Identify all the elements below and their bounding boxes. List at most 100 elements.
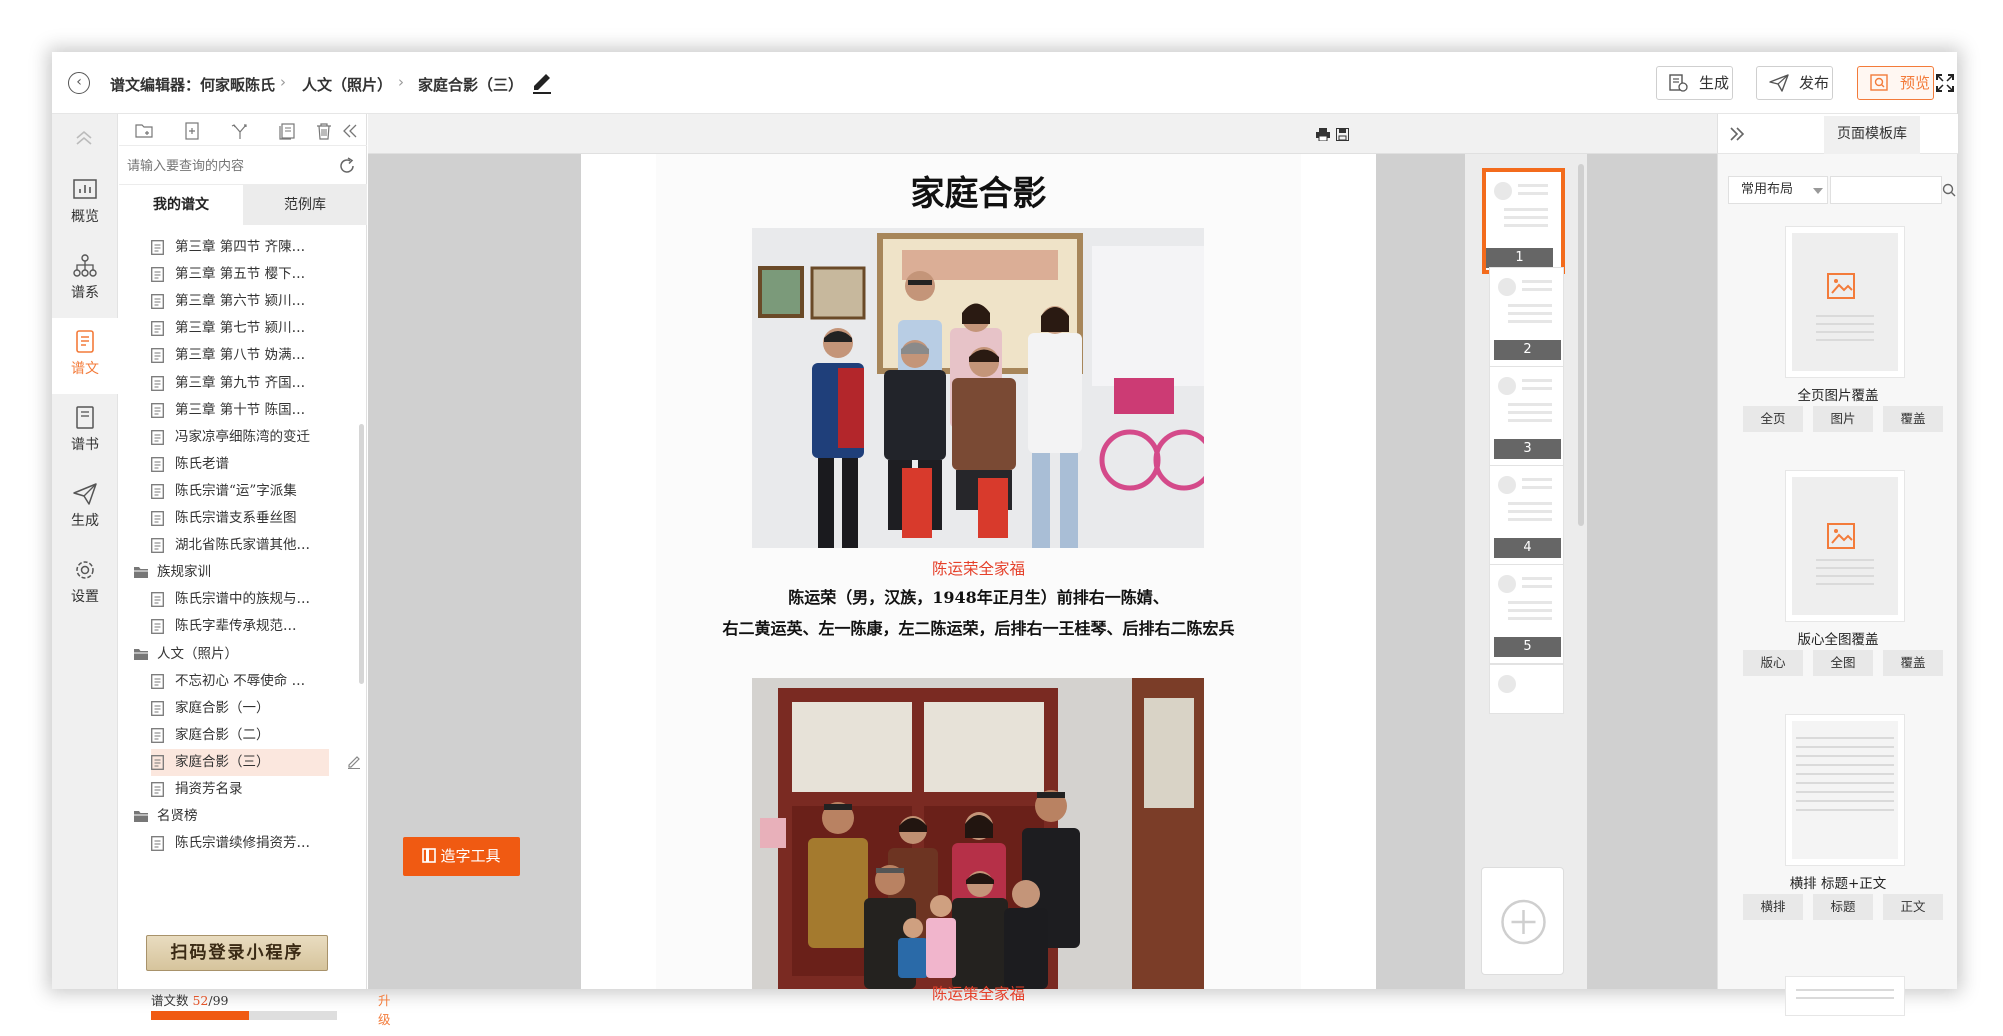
document-body[interactable]: 家庭合影 陈运荣全家福 陈运荣（男，汉族，1948年正月生）前排右一陈婧、 右二… — [656, 154, 1301, 1003]
template-tag-button[interactable]: 全图 — [1813, 650, 1873, 676]
new-document-icon[interactable] — [183, 122, 201, 140]
tree-document[interactable]: 第三章 第五节 樱下… — [151, 261, 351, 288]
photo-1-caption[interactable]: 陈运荣全家福 — [656, 557, 1301, 579]
image-upload-icon — [1827, 523, 1855, 549]
photo-1-description-line-2[interactable]: 右二黄运英、左一陈康，左二陈运荣，后排右一王桂琴、后排右二陈宏兵 — [656, 615, 1301, 639]
template-tag-button[interactable]: 正文 — [1883, 894, 1943, 920]
move-icon[interactable] — [231, 122, 249, 140]
photo-2-caption[interactable]: 陈运策全家福 — [656, 982, 1301, 1004]
tree-document[interactable]: 第三章 第八节 妫满… — [151, 342, 351, 369]
copy-icon[interactable] — [278, 122, 296, 140]
nav-label-generate: 生成 — [71, 513, 99, 529]
layout-select[interactable]: 常用布局 — [1728, 176, 1828, 204]
tree-document[interactable]: 陈氏字辈传承规范… — [151, 613, 351, 640]
thumbnail-placeholder — [1508, 411, 1552, 414]
thumbnail-placeholder — [1508, 510, 1552, 513]
nav-item-generate[interactable]: 生成 — [52, 470, 118, 546]
search-icon[interactable] — [1942, 183, 1956, 197]
tree-document[interactable]: 湖北省陈氏家谱其他… — [151, 532, 351, 559]
back-button[interactable]: ‹ — [68, 72, 90, 94]
tree-scrollbar[interactable] — [359, 424, 364, 684]
save-icon[interactable] — [1336, 128, 1349, 141]
tree-document[interactable]: 第三章 第七节 颍川… — [151, 315, 351, 342]
document-icon — [151, 375, 164, 391]
new-folder-icon[interactable] — [135, 122, 153, 140]
tree-folder[interactable]: 族规家训 — [133, 559, 333, 586]
tree-document[interactable]: 第三章 第四节 齐陳… — [151, 234, 351, 261]
tree-document[interactable]: 家庭合影（二） — [151, 722, 351, 749]
photo-1-description-line-1[interactable]: 陈运荣（男，汉族，1948年正月生）前排右一陈婧、 — [656, 584, 1301, 608]
document-icon — [151, 483, 164, 499]
tab-examples[interactable]: 范例库 — [243, 185, 367, 225]
tree-document[interactable]: 家庭合影（三） — [151, 748, 329, 776]
page-thumbnail[interactable]: 2 — [1489, 267, 1564, 367]
tree-document[interactable]: 捐资芳名录 — [151, 776, 351, 803]
tree-document[interactable]: 不忘初心 不辱使命 … — [151, 668, 351, 695]
tree-document[interactable]: 陈氏宗谱“运”字派集 — [151, 478, 351, 505]
template-panel-title[interactable]: 页面模板库 — [1824, 116, 1920, 154]
tree-folder[interactable]: 人文（照片） — [133, 641, 333, 668]
page-thumbnail[interactable]: 4 — [1489, 465, 1564, 565]
chevron-up-icon[interactable] — [72, 128, 96, 148]
publish-button[interactable]: 发布 — [1756, 66, 1833, 100]
template-card[interactable] — [1785, 714, 1905, 866]
page-thumbnail[interactable]: 1 — [1482, 168, 1565, 274]
generate-button[interactable]: 生成 — [1656, 66, 1733, 100]
template-search-input[interactable] — [1830, 176, 1942, 204]
tree-document[interactable]: 第三章 第六节 颍川… — [151, 288, 351, 315]
qr-login-banner[interactable]: 扫码登录小程序 — [146, 935, 328, 971]
tree-document[interactable]: 陈氏宗谱续修捐资芳… — [151, 830, 351, 857]
template-card[interactable] — [1785, 470, 1905, 622]
tree-document[interactable]: 第三章 第九节 齐国… — [151, 370, 351, 397]
character-tool-button[interactable]: 造字工具 — [403, 837, 520, 876]
page-thumbnail[interactable] — [1489, 664, 1564, 714]
family-photo-2[interactable] — [752, 678, 1204, 989]
template-tag-button[interactable]: 图片 — [1813, 406, 1873, 432]
template-tag-button[interactable]: 全页 — [1743, 406, 1803, 432]
nav-item-lineage[interactable]: 谱系 — [52, 242, 118, 318]
tree-document[interactable]: 陈氏老谱 — [151, 451, 351, 478]
page-thumbnail[interactable]: 3 — [1489, 366, 1564, 466]
tree-search-input[interactable] — [127, 155, 327, 177]
tree-document[interactable]: 陈氏宗谱支系垂丝图 — [151, 505, 351, 532]
template-tag-button[interactable]: 横排 — [1743, 894, 1803, 920]
nav-item-book[interactable]: 谱书 — [52, 394, 118, 470]
edit-pencil-icon[interactable] — [347, 755, 361, 769]
template-card[interactable] — [1785, 226, 1905, 378]
preview-button[interactable]: 预览 — [1857, 66, 1934, 100]
tree-folder[interactable]: 名贤榜 — [133, 803, 333, 830]
edit-pencil-icon[interactable] — [530, 68, 554, 94]
tree-document[interactable]: 家庭合影（一） — [151, 695, 351, 722]
template-tag-button[interactable]: 覆盖 — [1883, 406, 1943, 432]
page-thumbnail[interactable]: 5 — [1489, 564, 1564, 664]
template-tag-button[interactable]: 版心 — [1743, 650, 1803, 676]
tab-my-documents[interactable]: 我的谱文 — [119, 185, 243, 225]
tree-document[interactable]: 陈氏宗谱中的族规与… — [151, 586, 351, 613]
fullscreen-icon[interactable] — [1936, 74, 1954, 92]
template-tag-button[interactable]: 覆盖 — [1883, 650, 1943, 676]
document-title[interactable]: 家庭合影 — [656, 166, 1301, 215]
count-progress-bar — [151, 1011, 337, 1020]
nav-item-overview[interactable]: 概览 — [52, 166, 118, 242]
print-icon[interactable] — [1316, 128, 1330, 141]
family-photo-1[interactable] — [752, 228, 1204, 548]
thumbnails-scrollbar[interactable] — [1578, 164, 1584, 526]
nav-item-documents[interactable]: 谱文 — [52, 318, 118, 394]
breadcrumb-category[interactable]: 人文（照片） — [302, 74, 392, 95]
trash-icon[interactable] — [315, 122, 333, 140]
template-card[interactable] — [1785, 976, 1905, 1016]
template-tag-button[interactable]: 标题 — [1813, 894, 1873, 920]
template-preview — [1816, 575, 1874, 577]
folder-icon — [134, 811, 148, 823]
breadcrumb-editor[interactable]: 谱文编辑器：何家畈陈氏 — [110, 74, 275, 95]
collapse-panel-icon[interactable] — [341, 122, 359, 140]
nav-item-settings[interactable]: 设置 — [52, 546, 118, 622]
tree-document[interactable]: 第三章 第十节 陈国… — [151, 397, 351, 424]
expand-panel-icon[interactable] — [1728, 125, 1746, 143]
upgrade-link[interactable]: 升级 — [378, 990, 391, 1028]
tree-document[interactable]: 冯家凉亭细陈湾的变迁 — [151, 424, 351, 451]
document-icon — [151, 240, 164, 255]
add-page-button[interactable] — [1481, 867, 1564, 975]
refresh-icon[interactable] — [337, 156, 357, 176]
nav-label-documents: 谱文 — [71, 361, 99, 377]
